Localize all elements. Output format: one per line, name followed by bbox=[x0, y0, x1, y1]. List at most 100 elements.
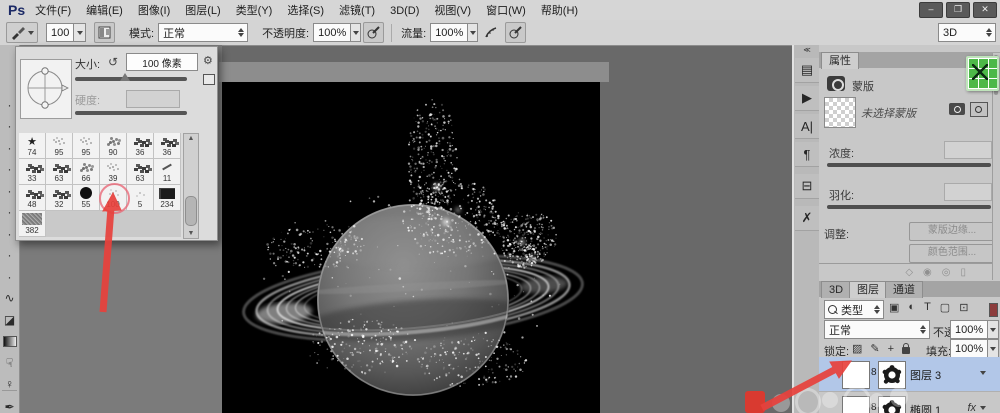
brush-preset[interactable]: 90 bbox=[100, 133, 127, 159]
brush-preset[interactable]: 55 bbox=[73, 185, 100, 211]
menu-item[interactable]: 类型(Y) bbox=[236, 5, 273, 17]
lock-paint-icon[interactable]: ✎ bbox=[870, 342, 879, 355]
history-brush-tool[interactable]: ∿ bbox=[0, 288, 19, 307]
layer-opacity-combo[interactable]: 100% bbox=[950, 320, 999, 339]
mask-apply-icon[interactable]: ◇ bbox=[905, 267, 913, 278]
panel-icon-actions[interactable]: ▶ bbox=[795, 86, 819, 111]
panel-icon-brush-presets[interactable]: ▤ bbox=[795, 58, 819, 83]
menu-item[interactable]: 文件(F) bbox=[35, 5, 71, 17]
brush-preset[interactable]: 63 bbox=[46, 159, 73, 185]
brush-preset[interactable]: 74 bbox=[19, 133, 46, 159]
brush-preset[interactable] bbox=[73, 211, 100, 237]
图层 3[interactable]: 8 图层 3 bbox=[819, 357, 1000, 392]
brush-preset[interactable]: 100 bbox=[100, 185, 127, 211]
fx-badge[interactable] bbox=[976, 367, 986, 379]
fx-badge[interactable]: fx bbox=[967, 402, 986, 413]
lock-all-icon[interactable] bbox=[902, 347, 910, 354]
flow-combo[interactable]: 100% bbox=[430, 23, 478, 42]
brush-preset[interactable]: 36 bbox=[154, 133, 181, 159]
brush-preset[interactable]: 95 bbox=[46, 133, 73, 159]
brush-preset[interactable]: 234 bbox=[154, 185, 181, 211]
gear-icon[interactable]: ⚙ bbox=[203, 54, 213, 67]
scrollbar-thumb[interactable] bbox=[185, 196, 197, 226]
color-range-button[interactable]: 颜色范围... bbox=[909, 244, 995, 263]
menu-item[interactable]: 3D(D) bbox=[390, 5, 419, 17]
mask-view-icon[interactable]: ◉ bbox=[923, 267, 932, 278]
panel-icon-paragraph[interactable]: ¶ bbox=[795, 142, 819, 167]
panel-icon-tool-presets[interactable]: ✗ bbox=[795, 206, 819, 231]
brush-preset[interactable]: 66 bbox=[73, 159, 100, 185]
brush-preset[interactable]: 36 bbox=[127, 133, 154, 159]
menu-item[interactable]: 图像(I) bbox=[138, 5, 170, 17]
brush-tool[interactable]: · bbox=[0, 245, 19, 264]
screenshot-overlay-icon[interactable] bbox=[966, 56, 999, 91]
brush-angle-control[interactable] bbox=[20, 59, 72, 119]
brush-size-combo[interactable]: 100 bbox=[46, 23, 86, 42]
blend-mode-select[interactable]: 正常 bbox=[824, 320, 930, 339]
opacity-pressure-icon[interactable] bbox=[363, 22, 384, 43]
menu-item[interactable]: 图层(L) bbox=[185, 5, 220, 17]
chevron-down-icon[interactable] bbox=[350, 24, 360, 41]
opacity-combo[interactable]: 100% bbox=[313, 23, 361, 42]
layer-filter-select[interactable]: 类型 bbox=[824, 300, 884, 319]
tab-3d[interactable]: 3D bbox=[821, 281, 851, 298]
chevron-down-icon[interactable] bbox=[987, 321, 998, 338]
airbrush-icon[interactable] bbox=[480, 22, 501, 43]
brush-preset[interactable]: 382 bbox=[19, 211, 46, 237]
filter-adjustment-icon[interactable]: ◐ bbox=[908, 301, 915, 314]
filter-shape-icon[interactable]: ▢ bbox=[940, 301, 950, 314]
layer-thumbnail[interactable] bbox=[878, 396, 906, 413]
clone-stamp-tool[interactable]: · bbox=[0, 267, 19, 286]
brush-preset[interactable]: 39 bbox=[100, 159, 127, 185]
filter-type-icon[interactable]: T bbox=[924, 301, 931, 314]
menu-item[interactable]: 窗口(W) bbox=[486, 5, 526, 17]
brush-preset[interactable] bbox=[127, 211, 154, 237]
size-pressure-icon[interactable] bbox=[505, 22, 526, 43]
restore-button[interactable]: ❐ bbox=[946, 2, 970, 18]
椭圆 1[interactable]: 8 椭圆 1 fx bbox=[819, 392, 1000, 413]
panel-icon-layer-comps[interactable]: ⊟ bbox=[795, 174, 819, 199]
brush-preset[interactable] bbox=[100, 211, 127, 237]
size-field[interactable]: 100 像素 bbox=[126, 53, 198, 71]
reset-size-icon[interactable]: ↺ bbox=[108, 55, 118, 69]
tab-layers[interactable]: 图层 bbox=[849, 281, 887, 298]
fill-combo[interactable]: 100% bbox=[950, 339, 999, 358]
close-button[interactable]: ✕ bbox=[973, 2, 997, 18]
menu-item[interactable]: 编辑(E) bbox=[86, 5, 123, 17]
brush-preset[interactable]: 32 bbox=[46, 185, 73, 211]
mask-edge-button[interactable]: 蒙版边缘... bbox=[909, 222, 995, 241]
smudge-tool[interactable]: ☟ bbox=[0, 353, 19, 372]
minimize-button[interactable]: – bbox=[919, 2, 943, 18]
brush-preset[interactable]: 5 bbox=[127, 185, 154, 211]
pen-tool[interactable]: ✒ bbox=[0, 397, 19, 413]
toggle-brush-panel-icon[interactable] bbox=[94, 22, 115, 43]
size-slider-thumb[interactable] bbox=[120, 73, 130, 81]
lock-transparency-icon[interactable]: ▨ bbox=[852, 342, 862, 355]
brush-preset[interactable]: 48 bbox=[19, 185, 46, 211]
menu-item[interactable]: 视图(V) bbox=[434, 5, 471, 17]
new-preset-icon[interactable] bbox=[203, 74, 215, 85]
tab-properties[interactable]: 属性 bbox=[821, 52, 859, 69]
panel-icon-character[interactable]: A| bbox=[795, 114, 819, 139]
eraser-tool[interactable]: ◪ bbox=[0, 310, 19, 329]
brush-preset[interactable] bbox=[154, 211, 181, 237]
scroll-up-icon[interactable]: ▲ bbox=[184, 134, 198, 143]
filter-toggle-icon[interactable] bbox=[989, 303, 998, 317]
layer-thumbnail[interactable] bbox=[878, 361, 906, 389]
menu-item[interactable]: 帮助(H) bbox=[541, 5, 578, 17]
brush-preset[interactable]: 63 bbox=[127, 159, 154, 185]
mask-thumbnail[interactable] bbox=[824, 97, 856, 128]
chevron-down-icon[interactable] bbox=[467, 24, 477, 41]
layer-mask-thumbnail[interactable] bbox=[842, 361, 870, 389]
menu-item[interactable]: 滤镜(T) bbox=[339, 5, 375, 17]
menu-item[interactable]: 选择(S) bbox=[287, 5, 324, 17]
gradient-tool[interactable] bbox=[0, 332, 19, 351]
brush-preset[interactable]: 33 bbox=[19, 159, 46, 185]
mode-select[interactable]: 正常 bbox=[158, 23, 248, 42]
canvas[interactable] bbox=[222, 82, 600, 413]
brush-tool-preview[interactable] bbox=[6, 22, 38, 43]
collapse-panels-icon[interactable]: ≪ bbox=[797, 47, 817, 55]
workspace-select[interactable]: 3D bbox=[938, 23, 996, 42]
mask-delete-icon[interactable]: ▯ bbox=[960, 267, 966, 278]
add-vector-mask-icon[interactable] bbox=[970, 102, 988, 117]
